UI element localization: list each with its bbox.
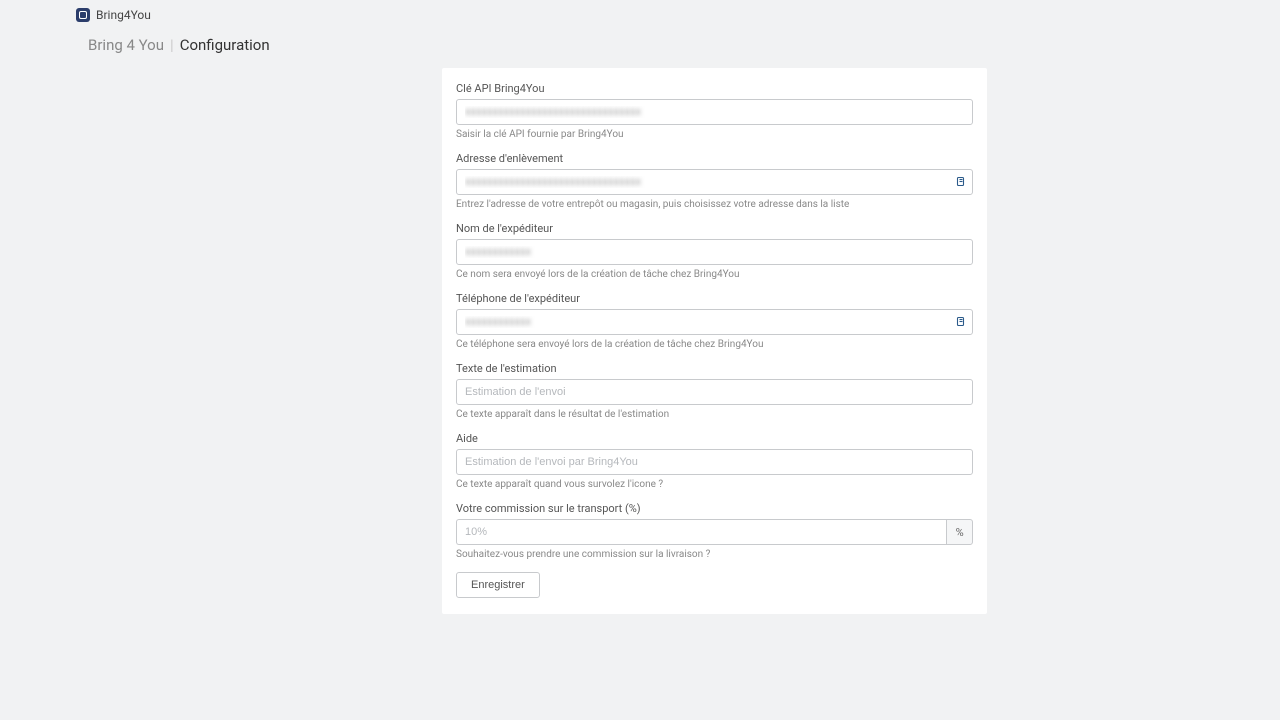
field-sender-phone: Téléphone de l'expéditeur Ce téléphone s…	[456, 292, 973, 350]
sender-name-help: Ce nom sera envoyé lors de la création d…	[456, 269, 973, 280]
field-help-text: Aide Ce texte apparaît quand vous survol…	[456, 432, 973, 490]
help-text-help: Ce texte apparaît quand vous survolez l'…	[456, 479, 973, 490]
commission-input[interactable]	[456, 519, 946, 545]
field-pickup-address: Adresse d'enlèvement Entrez l'adresse de…	[456, 152, 973, 210]
app-logo-icon	[76, 8, 90, 22]
breadcrumb-current: Configuration	[180, 36, 270, 54]
app-header: Bring4You	[72, 0, 1212, 26]
save-button[interactable]: Enregistrer	[456, 572, 540, 598]
sender-name-label: Nom de l'expéditeur	[456, 222, 973, 235]
api-key-label: Clé API Bring4You	[456, 82, 973, 95]
breadcrumb-separator: |	[170, 36, 174, 54]
field-estimation-text: Texte de l'estimation Ce texte apparaît …	[456, 362, 973, 420]
estimation-text-help: Ce texte apparaît dans le résultat de l'…	[456, 409, 973, 420]
percent-suffix: %	[946, 519, 973, 545]
field-sender-name: Nom de l'expéditeur Ce nom sera envoyé l…	[456, 222, 973, 280]
estimation-text-input[interactable]	[456, 379, 973, 405]
breadcrumb: Bring 4 You | Configuration	[72, 26, 1212, 68]
help-text-input[interactable]	[456, 449, 973, 475]
commission-help: Souhaitez-vous prendre une commission su…	[456, 549, 973, 560]
sender-phone-label: Téléphone de l'expéditeur	[456, 292, 973, 305]
api-key-input[interactable]	[456, 99, 973, 125]
config-form-card: Clé API Bring4You Saisir la clé API four…	[442, 68, 987, 614]
breadcrumb-item[interactable]: Bring 4 You	[88, 36, 164, 54]
field-api-key: Clé API Bring4You Saisir la clé API four…	[456, 82, 973, 140]
field-commission: Votre commission sur le transport (%) % …	[456, 502, 973, 560]
sender-phone-help: Ce téléphone sera envoyé lors de la créa…	[456, 339, 973, 350]
pickup-address-input[interactable]	[456, 169, 973, 195]
sender-phone-input[interactable]	[456, 309, 973, 335]
commission-label: Votre commission sur le transport (%)	[456, 502, 973, 515]
help-text-label: Aide	[456, 432, 973, 445]
sender-name-input[interactable]	[456, 239, 973, 265]
autofill-icon[interactable]	[955, 316, 967, 328]
pickup-address-label: Adresse d'enlèvement	[456, 152, 973, 165]
estimation-text-label: Texte de l'estimation	[456, 362, 973, 375]
pickup-address-help: Entrez l'adresse de votre entrepôt ou ma…	[456, 199, 973, 210]
api-key-help: Saisir la clé API fournie par Bring4You	[456, 129, 973, 140]
app-name: Bring4You	[96, 8, 151, 22]
autofill-icon[interactable]	[955, 176, 967, 188]
